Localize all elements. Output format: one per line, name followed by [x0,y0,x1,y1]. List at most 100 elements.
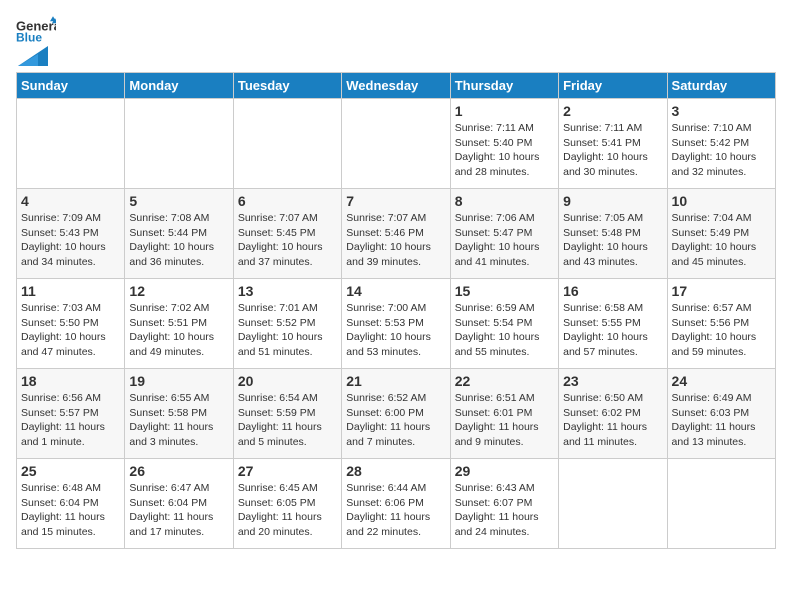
day-number: 25 [21,463,120,479]
day-number: 21 [346,373,445,389]
calendar-table: SundayMondayTuesdayWednesdayThursdayFrid… [16,72,776,549]
day-info: Sunrise: 6:48 AM Sunset: 6:04 PM Dayligh… [21,481,120,540]
week-row-4: 18 Sunrise: 6:56 AM Sunset: 5:57 PM Dayli… [17,369,776,459]
day-info: Sunrise: 7:11 AM Sunset: 5:41 PM Dayligh… [563,121,662,180]
day-cell: 18 Sunrise: 6:56 AM Sunset: 5:57 PM Dayli… [17,369,125,459]
day-cell [17,99,125,189]
week-row-2: 4Sunrise: 7:09 AM Sunset: 5:43 PM Daylig… [17,189,776,279]
day-number: 26 [129,463,228,479]
day-cell: 19 Sunrise: 6:55 AM Sunset: 5:58 PM Dayli… [125,369,233,459]
day-number: 15 [455,283,554,299]
day-number: 5 [129,193,228,209]
day-info: Sunrise: 6:49 AM Sunset: 6:03 PM Dayligh… [672,391,771,450]
weekday-header-wednesday: Wednesday [342,73,450,99]
day-number: 17 [672,283,771,299]
day-cell [233,99,341,189]
day-number: 3 [672,103,771,119]
weekday-header-saturday: Saturday [667,73,775,99]
day-info: Sunrise: 7:05 AM Sunset: 5:48 PM Dayligh… [563,211,662,270]
day-cell: 21 Sunrise: 6:52 AM Sunset: 6:00 PM Dayli… [342,369,450,459]
week-row-1: 1 Sunrise: 7:11 AM Sunset: 5:40 PM Daylig… [17,99,776,189]
day-cell: 24 Sunrise: 6:49 AM Sunset: 6:03 PM Dayli… [667,369,775,459]
day-number: 12 [129,283,228,299]
weekday-header-sunday: Sunday [17,73,125,99]
day-number: 1 [455,103,554,119]
week-row-3: 11 Sunrise: 7:03 AM Sunset: 5:50 PM Dayli… [17,279,776,369]
weekday-header-friday: Friday [559,73,667,99]
day-number: 8 [455,193,554,209]
week-row-5: 25 Sunrise: 6:48 AM Sunset: 6:04 PM Dayli… [17,459,776,549]
day-cell [125,99,233,189]
day-info: Sunrise: 6:47 AM Sunset: 6:04 PM Dayligh… [129,481,228,540]
day-info: Sunrise: 6:56 AM Sunset: 5:57 PM Dayligh… [21,391,120,450]
day-number: 22 [455,373,554,389]
day-info: Sunrise: 6:45 AM Sunset: 6:05 PM Dayligh… [238,481,337,540]
day-cell: 12 Sunrise: 7:02 AM Sunset: 5:51 PM Dayli… [125,279,233,369]
day-cell [667,459,775,549]
day-cell: 25 Sunrise: 6:48 AM Sunset: 6:04 PM Dayli… [17,459,125,549]
day-cell: 22 Sunrise: 6:51 AM Sunset: 6:01 PM Dayli… [450,369,558,459]
day-info: Sunrise: 6:54 AM Sunset: 5:59 PM Dayligh… [238,391,337,450]
day-cell: 5 Sunrise: 7:08 AM Sunset: 5:44 PM Daylig… [125,189,233,279]
day-info: Sunrise: 7:06 AM Sunset: 5:47 PM Dayligh… [455,211,554,270]
day-number: 2 [563,103,662,119]
day-cell: 23 Sunrise: 6:50 AM Sunset: 6:02 PM Dayli… [559,369,667,459]
day-info: Sunrise: 7:00 AM Sunset: 5:53 PM Dayligh… [346,301,445,360]
day-cell: 9 Sunrise: 7:05 AM Sunset: 5:48 PM Daylig… [559,189,667,279]
day-info: Sunrise: 7:02 AM Sunset: 5:51 PM Dayligh… [129,301,228,360]
day-cell: 7 Sunrise: 7:07 AM Sunset: 5:46 PM Daylig… [342,189,450,279]
day-number: 24 [672,373,771,389]
day-number: 10 [672,193,771,209]
day-info: Sunrise: 6:43 AM Sunset: 6:07 PM Dayligh… [455,481,554,540]
day-cell: 16Sunrise: 6:58 AM Sunset: 5:55 PM Dayli… [559,279,667,369]
page-header: General Blue [16,16,776,62]
logo-triangle [18,46,48,66]
day-info: Sunrise: 7:07 AM Sunset: 5:46 PM Dayligh… [346,211,445,270]
day-info: Sunrise: 6:55 AM Sunset: 5:58 PM Dayligh… [129,391,228,450]
day-cell [342,99,450,189]
weekday-header-thursday: Thursday [450,73,558,99]
day-cell: 2 Sunrise: 7:11 AM Sunset: 5:41 PM Daylig… [559,99,667,189]
day-number: 27 [238,463,337,479]
day-cell: 6Sunrise: 7:07 AM Sunset: 5:45 PM Daylig… [233,189,341,279]
day-cell: 27 Sunrise: 6:45 AM Sunset: 6:05 PM Dayli… [233,459,341,549]
day-cell: 4Sunrise: 7:09 AM Sunset: 5:43 PM Daylig… [17,189,125,279]
day-number: 14 [346,283,445,299]
day-info: Sunrise: 7:01 AM Sunset: 5:52 PM Dayligh… [238,301,337,360]
day-number: 23 [563,373,662,389]
day-info: Sunrise: 7:04 AM Sunset: 5:49 PM Dayligh… [672,211,771,270]
day-number: 28 [346,463,445,479]
day-number: 29 [455,463,554,479]
logo-icon: General Blue [16,16,56,44]
day-number: 16 [563,283,662,299]
day-cell: 29 Sunrise: 6:43 AM Sunset: 6:07 PM Dayli… [450,459,558,549]
day-number: 7 [346,193,445,209]
weekday-header-tuesday: Tuesday [233,73,341,99]
weekday-header-monday: Monday [125,73,233,99]
day-info: Sunrise: 7:10 AM Sunset: 5:42 PM Dayligh… [672,121,771,180]
day-info: Sunrise: 7:03 AM Sunset: 5:50 PM Dayligh… [21,301,120,360]
day-cell: 3 Sunrise: 7:10 AM Sunset: 5:42 PM Daylig… [667,99,775,189]
weekday-header-row: SundayMondayTuesdayWednesdayThursdayFrid… [17,73,776,99]
day-cell: 13Sunrise: 7:01 AM Sunset: 5:52 PM Dayli… [233,279,341,369]
day-info: Sunrise: 6:51 AM Sunset: 6:01 PM Dayligh… [455,391,554,450]
day-cell: 17Sunrise: 6:57 AM Sunset: 5:56 PM Dayli… [667,279,775,369]
day-info: Sunrise: 7:08 AM Sunset: 5:44 PM Dayligh… [129,211,228,270]
day-info: Sunrise: 6:50 AM Sunset: 6:02 PM Dayligh… [563,391,662,450]
day-cell: 15Sunrise: 6:59 AM Sunset: 5:54 PM Dayli… [450,279,558,369]
logo: General Blue [16,16,56,62]
day-number: 9 [563,193,662,209]
day-cell: 8 Sunrise: 7:06 AM Sunset: 5:47 PM Daylig… [450,189,558,279]
day-cell: 10 Sunrise: 7:04 AM Sunset: 5:49 PM Dayli… [667,189,775,279]
day-number: 6 [238,193,337,209]
day-number: 20 [238,373,337,389]
day-cell: 20 Sunrise: 6:54 AM Sunset: 5:59 PM Dayli… [233,369,341,459]
day-cell: 26 Sunrise: 6:47 AM Sunset: 6:04 PM Dayli… [125,459,233,549]
day-number: 11 [21,283,120,299]
day-info: Sunrise: 6:52 AM Sunset: 6:00 PM Dayligh… [346,391,445,450]
day-info: Sunrise: 7:11 AM Sunset: 5:40 PM Dayligh… [455,121,554,180]
day-number: 18 [21,373,120,389]
day-cell: 1 Sunrise: 7:11 AM Sunset: 5:40 PM Daylig… [450,99,558,189]
day-cell [559,459,667,549]
day-number: 19 [129,373,228,389]
